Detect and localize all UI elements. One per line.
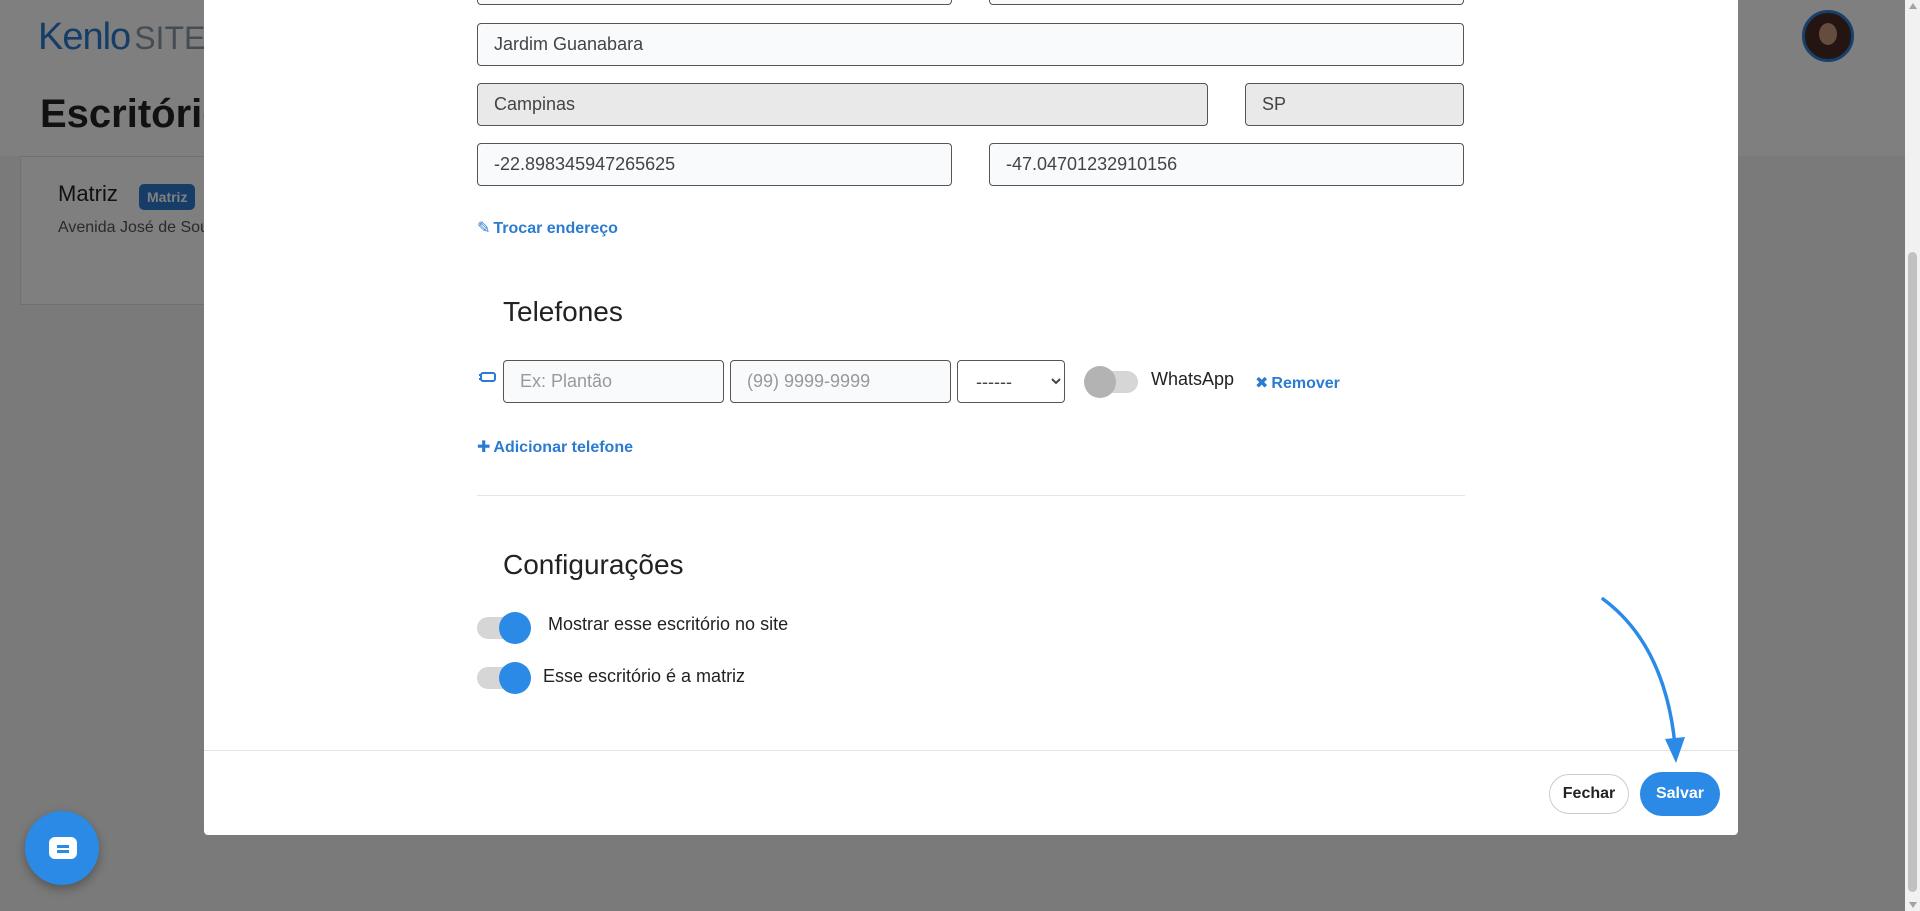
toggle-knob [499,662,531,694]
whatsapp-label: WhatsApp [1151,369,1235,389]
phones-section-title: Telefones [503,296,623,327]
chat-icon [49,837,77,859]
longitude-field[interactable] [989,143,1464,186]
close-icon: ✖ [1255,375,1269,392]
section-divider [477,495,1465,496]
toggle-knob [499,612,531,644]
city-field[interactable] [477,83,1208,126]
page-scrollbar[interactable] [1905,0,1920,911]
toggle-knob [1084,366,1116,398]
state-field[interactable] [1245,83,1464,126]
phone-type-select[interactable]: ------ [957,360,1065,403]
settings-section-title: Configurações [503,549,684,580]
is-main-office-label: Esse escritório é a matriz [543,666,746,686]
modal-footer-divider [204,750,1738,751]
chat-button[interactable] [25,811,99,885]
latitude-field[interactable] [477,143,952,186]
show-on-site-toggle[interactable] [477,612,531,644]
is-main-office-toggle[interactable] [477,662,531,694]
save-button[interactable]: Salvar [1640,772,1720,816]
arrow-annotation-icon [1601,597,1685,763]
change-address-link[interactable]: ✎ Trocar endereço [477,218,618,238]
scroll-thumb[interactable] [1908,252,1917,892]
show-on-site-label: Mostrar esse escritório no site [548,614,789,634]
whatsapp-toggle[interactable] [1084,366,1138,398]
phone-icon [479,372,496,382]
scroll-down-icon[interactable] [1909,902,1917,908]
close-button[interactable]: Fechar [1549,774,1629,814]
phone-number-input[interactable] [730,360,951,403]
street-field[interactable] [477,0,952,5]
neighborhood-field[interactable] [477,23,1464,66]
plus-icon: ✚ [477,439,491,456]
edit-icon: ✎ [477,220,491,237]
add-phone-link[interactable]: ✚ Adicionar telefone [477,437,633,457]
number-field[interactable] [989,0,1464,5]
phone-label-input[interactable] [503,360,724,403]
remove-phone-link[interactable]: ✖ Remover [1255,373,1340,393]
scroll-up-icon[interactable] [1909,3,1917,9]
